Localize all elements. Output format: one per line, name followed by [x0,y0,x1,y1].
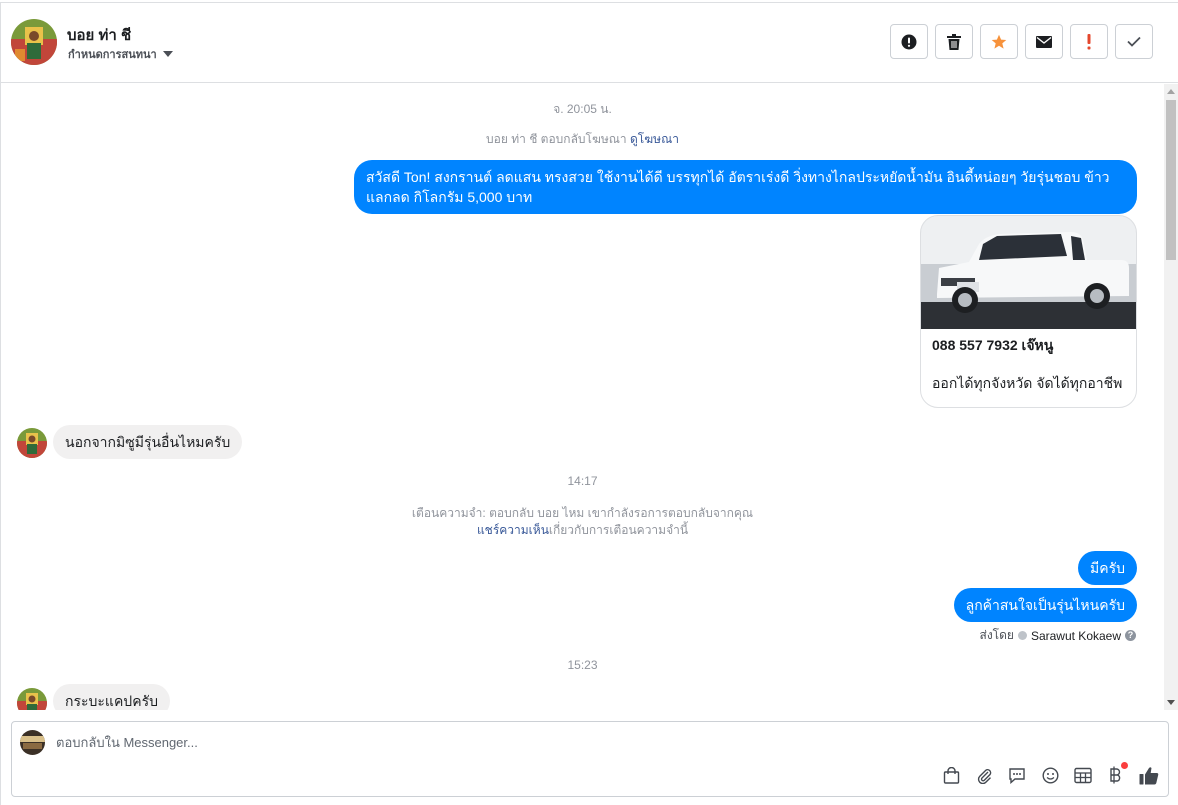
caret-down-icon [162,51,173,57]
baht-icon [1110,766,1121,784]
help-icon[interactable]: ? [1125,630,1136,641]
ad-description: ออกได้ทุกจังหวัด จัดได้ทุกอาชีพ [932,375,1123,391]
sent-by-label: ส่งโดย [979,628,1014,642]
scroll-up-arrow[interactable] [1167,89,1175,94]
reminder-suffix: เกี่ยวกับการเตือนความจำนี้ [548,523,689,537]
ad-reply-text: บอย ท่า ชี ตอบกลับโฆษณา [486,132,627,146]
conversation-header: บอย ท่า ชี กำหนดการสนทนา [1,3,1178,83]
report-icon [901,34,917,49]
star-button[interactable] [980,24,1018,59]
ad-image [921,216,1136,329]
share-feedback-link[interactable]: แชร์ความเห็น [477,523,549,537]
thread-scrollbar[interactable] [1164,84,1178,710]
trash-icon [947,33,961,50]
timestamp: จ. 20:05 น. [553,102,612,116]
emoji-icon [1041,766,1059,784]
outgoing-message: มีครับ [1078,551,1137,585]
page-avatar [20,730,45,755]
payment-button[interactable] [1105,762,1128,786]
sent-by-name: Sarawut Kokaew [1030,628,1121,643]
conversation-label-dropdown[interactable]: กำหนดการสนทนา [68,45,173,63]
ad-title: 088 557 7932 เจ๊หนู [932,337,1054,353]
check-icon [1127,36,1141,47]
contact-avatar-small [17,688,47,710]
message-thread: จ. 20:05 น. บอย ท่า ชี ตอบกลับโฆษณา ดูโฆ… [1,84,1164,710]
scroll-thumb[interactable] [1166,100,1176,260]
mail-icon [1036,35,1052,48]
notification-dot [1121,762,1128,769]
exclamation-icon [1087,33,1091,49]
scroll-down-arrow[interactable] [1167,700,1175,705]
header-action-bar [890,24,1153,59]
incoming-message: นอกจากมิซูมีรุ่นอื่นไหมครับ [53,425,243,459]
timestamp: 15:23 [567,658,598,672]
outgoing-message: ลูกค้าสนใจเป็นรุ่นไหนครับ [953,588,1137,622]
contact-avatar[interactable] [11,19,57,65]
like-button[interactable] [1138,764,1160,786]
contact-name: บอย ท่า ชี [67,27,132,44]
saved-reply-button[interactable] [1006,764,1028,786]
mark-unread-button[interactable] [1025,24,1063,59]
sent-by-info: ส่งโดย Sarawut Kokaew ? [979,626,1136,645]
report-button[interactable] [890,24,928,59]
outgoing-message: สวัสดี Ton! สงกรานต์ ลดแสน ทรงสวย ใช้งาน… [354,160,1137,214]
conversation-label-text: กำหนดการสนทนา [68,49,157,61]
star-icon [991,34,1007,49]
shopping-bag-button[interactable] [940,764,962,786]
mark-done-button[interactable] [1115,24,1153,59]
follow-up-button[interactable] [1070,24,1108,59]
table-icon [1074,767,1092,783]
ad-reply-notice: บอย ท่า ชี ตอบกลับโฆษณา ดูโฆษณา [1,130,1164,149]
view-ad-link[interactable]: ดูโฆษณา [630,132,679,146]
attach-button[interactable] [973,764,995,786]
reply-input[interactable] [56,735,756,750]
message-composer [11,721,1169,797]
reminder-feedback: แชร์ความเห็นเกี่ยวกับการเตือนความจำนี้ [1,521,1164,540]
table-button[interactable] [1072,764,1094,786]
agent-status-icon [1017,631,1027,640]
saved-reply-icon [1009,767,1025,784]
shopping-bag-icon [943,766,959,784]
timestamp: 14:17 [567,474,598,488]
paperclip-icon [977,768,991,784]
inbox-conversation-view: บอย ท่า ชี กำหนดการสนทนา จ. 20:05 น. บอย… [0,0,1178,805]
emoji-button[interactable] [1039,764,1061,786]
composer-toolbar [940,762,1160,786]
delete-button[interactable] [935,24,973,59]
ad-card[interactable]: 088 557 7932 เจ๊หนู ออกได้ทุกจังหวัด จัด… [920,215,1137,408]
thumbs-up-icon [1139,766,1159,784]
incoming-message: กระบะแคปครับ [53,684,170,710]
contact-avatar-small [17,428,47,458]
